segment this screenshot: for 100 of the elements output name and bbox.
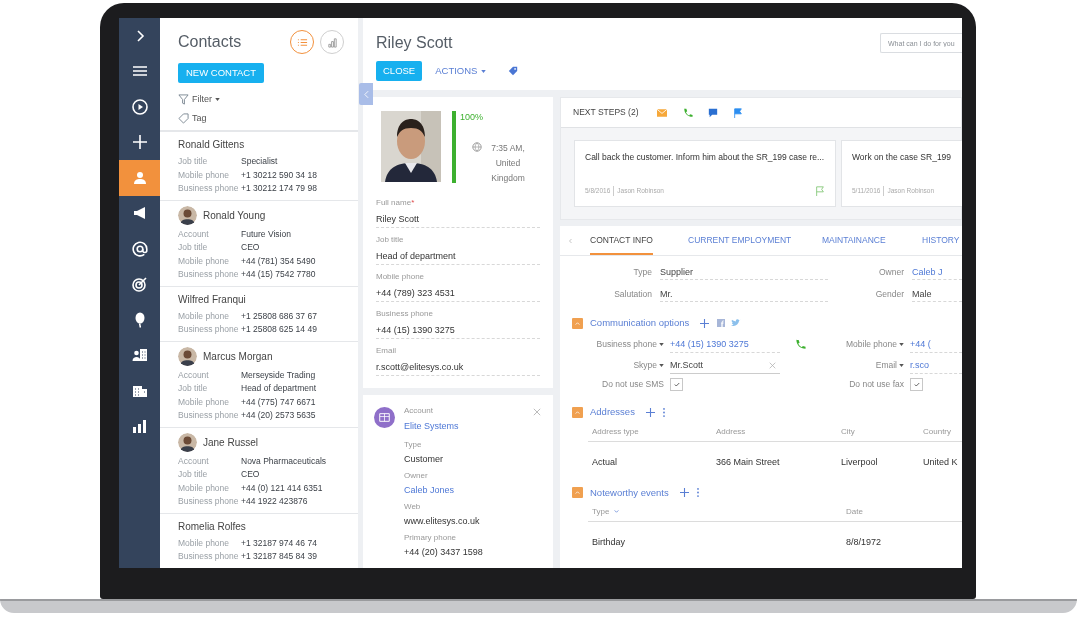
tab[interactable]: CURRENT EMPLOYMENT: [688, 234, 792, 255]
column-header[interactable]: Date: [846, 505, 863, 518]
contact-name[interactable]: Jane Russel: [203, 434, 259, 450]
table-cell: Liverpool: [841, 456, 878, 467]
task-title: Work on the case SR_199: [852, 151, 953, 164]
caret-icon[interactable]: [899, 343, 904, 347]
field-label: Account: [404, 405, 434, 417]
field-label: Skype: [633, 359, 657, 373]
more-icon[interactable]: [662, 407, 665, 417]
chat-bubble-icon[interactable]: [707, 107, 718, 118]
contact-name[interactable]: Wilfred Franqui: [178, 291, 352, 307]
column-header[interactable]: Type: [592, 505, 610, 518]
new-contact-button[interactable]: NEW CONTACT: [178, 63, 264, 84]
tag-icon[interactable]: [508, 66, 519, 76]
filter-icon: [178, 94, 189, 106]
plus-icon[interactable]: [645, 407, 655, 417]
column-header[interactable]: Address: [716, 425, 746, 438]
facebook-icon[interactable]: [717, 319, 726, 328]
caret-icon[interactable]: [659, 364, 664, 368]
tag-icon: [178, 112, 189, 124]
required-mark: *: [411, 196, 415, 209]
field-value: CEO: [241, 241, 260, 255]
chevron-left-icon: [363, 89, 369, 99]
section-title[interactable]: Noteworthy events: [590, 485, 669, 500]
local-time: 7:35 AM, United Kingdom: [490, 141, 526, 185]
twitter-icon[interactable]: [731, 319, 742, 328]
field-value[interactable]: +44 (789) 323 4531: [376, 284, 540, 302]
field-value: Nova Pharmaceuticals: [241, 454, 327, 468]
field-label: Web: [404, 500, 421, 512]
field-value[interactable]: +44 (15) 1390 3275: [670, 336, 780, 354]
contact-name[interactable]: Romelia Rolfes: [178, 518, 352, 534]
contact-name[interactable]: Ronald Young: [203, 207, 266, 223]
column-header[interactable]: Address type: [592, 425, 639, 438]
field-label: Business phone: [178, 268, 240, 282]
field-value[interactable]: Mr.: [660, 286, 828, 302]
task-title: Call back the customer. Inform him about the SR_199 case re...: [585, 151, 825, 164]
field-value[interactable]: Caleb Jones: [404, 483, 455, 496]
column-header[interactable]: Country: [923, 425, 951, 438]
field-label: Job title: [376, 233, 404, 246]
filter-dropdown[interactable]: Filter: [192, 93, 220, 107]
actions-dropdown[interactable]: ACTIONS: [435, 63, 487, 79]
tab[interactable]: HISTORY: [922, 234, 960, 255]
collapse-toggle[interactable]: [572, 487, 583, 499]
chevron-down-icon[interactable]: [614, 510, 620, 514]
field-label: Mobile phone: [178, 168, 231, 182]
checkbox[interactable]: [910, 378, 923, 392]
field-value[interactable]: Male: [912, 286, 962, 302]
field-value[interactable]: r.scott@elitesys.co.uk: [376, 358, 540, 376]
close-button[interactable]: CLOSE: [376, 61, 423, 81]
caret-icon[interactable]: [659, 343, 664, 347]
field-value: +1 25808 686 37 67: [241, 309, 317, 323]
plus-icon[interactable]: [679, 488, 689, 498]
field-label: Business phone: [178, 409, 240, 423]
phone-icon[interactable]: [682, 107, 693, 118]
person-icon: [131, 169, 148, 186]
field-value[interactable]: Supplier: [660, 264, 828, 280]
contact-name[interactable]: Marcus Morgan: [203, 348, 273, 364]
flag-icon[interactable]: [815, 186, 825, 196]
section-title[interactable]: Communication options: [590, 316, 690, 331]
table-cell: Birthday: [592, 536, 626, 547]
account-link[interactable]: Elite Systems: [404, 420, 533, 434]
contact-name[interactable]: Ronald Gittens: [178, 137, 352, 153]
more-icon[interactable]: [696, 488, 699, 498]
field-value[interactable]: +44 (15) 1390 3275: [376, 321, 540, 339]
person-building-icon: [131, 347, 148, 364]
column-header[interactable]: City: [841, 425, 855, 438]
flag-icon[interactable]: [732, 107, 743, 118]
clear-icon[interactable]: [769, 361, 776, 369]
bar-chart-icon: [131, 418, 148, 435]
tab[interactable]: MAINTAINANCE: [822, 234, 886, 255]
target-icon: [131, 276, 148, 293]
field-label: Email: [376, 344, 396, 357]
building-icon: [374, 407, 395, 428]
megaphone-icon: [131, 205, 148, 222]
field-label: Gender: [875, 287, 904, 301]
envelope-icon[interactable]: [656, 108, 667, 117]
checkbox[interactable]: [670, 378, 683, 392]
bar-chart-icon: [326, 36, 338, 48]
field-value[interactable]: r.sco: [910, 357, 962, 375]
field-label: Mobile phone: [178, 536, 231, 550]
field-value[interactable]: Head of department: [376, 247, 540, 265]
collapse-toggle[interactable]: [572, 317, 583, 329]
tab[interactable]: CONTACT INFO: [590, 234, 653, 255]
tag-button[interactable]: Tag: [192, 111, 207, 126]
field-value[interactable]: +44 (: [910, 336, 962, 354]
field-label: Type: [633, 265, 652, 279]
field-value[interactable]: Riley Scott: [376, 210, 540, 228]
field-value: Specialist: [241, 155, 278, 169]
plus-icon[interactable]: [700, 318, 710, 328]
table-cell: Actual: [592, 456, 617, 467]
collapse-toggle[interactable]: [572, 406, 583, 418]
field-label: Email: [875, 359, 897, 373]
close-icon[interactable]: [533, 408, 541, 416]
list-icon: [296, 36, 308, 48]
field-value[interactable]: Caleb J: [912, 264, 962, 280]
phone-icon[interactable]: [795, 339, 806, 351]
caret-icon[interactable]: [899, 364, 904, 368]
section-title[interactable]: Addresses: [590, 405, 635, 420]
field-value[interactable]: Mr.Scott: [670, 357, 780, 375]
field-value: +1 25808 625 14 49: [241, 323, 317, 337]
